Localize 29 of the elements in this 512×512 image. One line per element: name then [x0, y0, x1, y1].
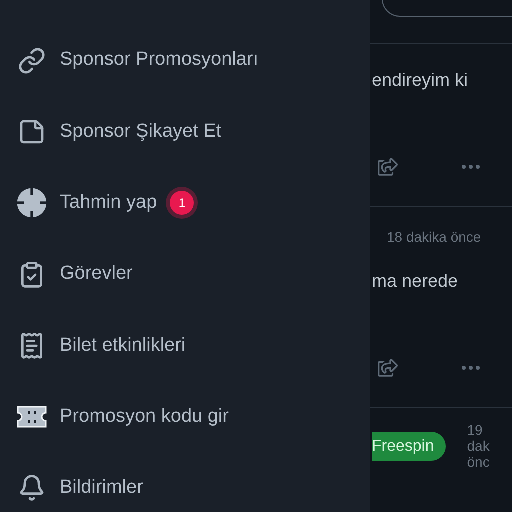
menu-item[interactable]: Bilet etkinlikleri: [0, 310, 370, 382]
post-text: ma nerede: [372, 270, 460, 293]
menu-item-label: Sponsor Şikayet Et: [60, 120, 222, 144]
note-icon: [18, 118, 46, 146]
share-icon[interactable]: [378, 157, 398, 177]
menu-item-label: Promosyon kodu gir: [60, 404, 229, 429]
menu-item[interactable]: Tahmin yap 1: [0, 168, 370, 239]
menu-item-label: Görevler: [60, 262, 133, 286]
post-time: 18 dakika önce: [387, 228, 482, 247]
menu-item[interactable]: Sponsor Şikayet Et: [0, 96, 370, 168]
menu-item[interactable]: Bildirimler: [0, 452, 370, 512]
notification-badge: 1: [170, 191, 194, 216]
share-icon[interactable]: [378, 358, 398, 378]
menu-item[interactable]: Görevler: [0, 238, 370, 310]
ticket-icon: [16, 405, 48, 430]
menu-item[interactable]: Promosyon kodu gir: [0, 381, 370, 453]
menu-item-label: Tahmin yap: [60, 190, 158, 215]
crosshair-icon: [16, 187, 48, 220]
post-time: 19: [467, 422, 484, 438]
post-text: endireyim ki: [372, 69, 470, 92]
post-time: önc: [467, 454, 490, 470]
menu-item-label: Bilet etkinlikleri: [60, 334, 186, 358]
tag-pill: Freespin: [372, 432, 446, 461]
menu-item-label: Bildirimler: [60, 476, 144, 500]
bell-icon: [18, 474, 46, 502]
menu-item[interactable]: Sponsor Promosyonları: [0, 25, 370, 96]
post-time: dak: [467, 438, 490, 454]
link-icon: [18, 46, 46, 75]
menu-item-label: Sponsor Promosyonları: [60, 48, 259, 72]
